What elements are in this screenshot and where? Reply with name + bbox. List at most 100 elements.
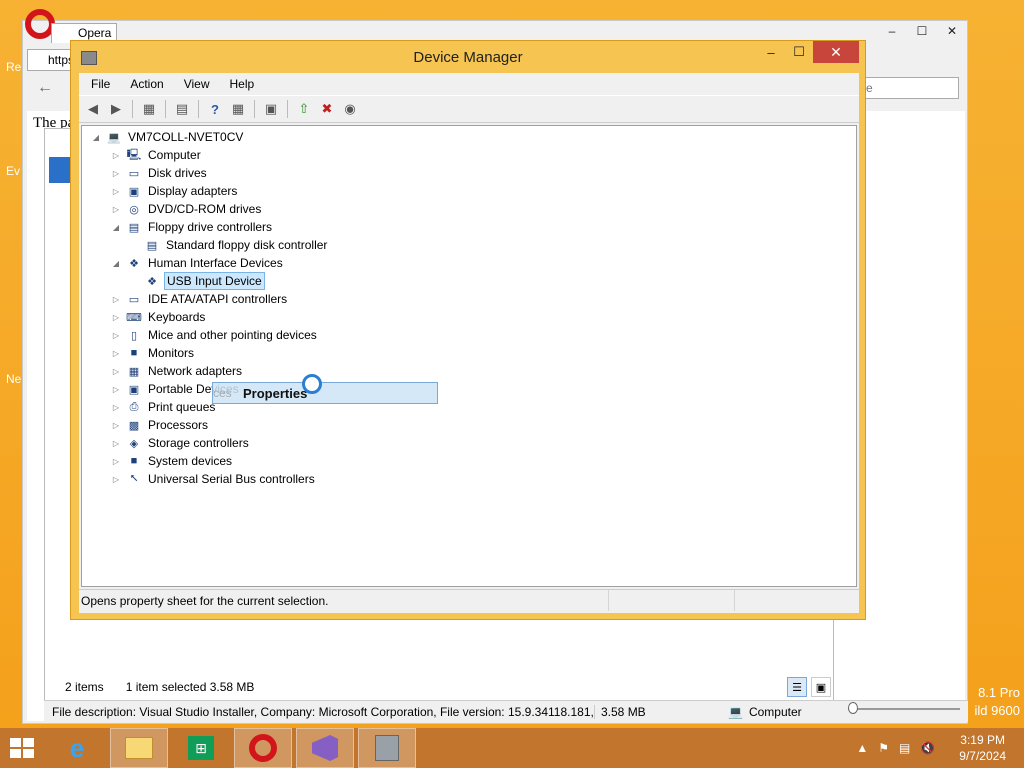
back-icon[interactable]: ◀ bbox=[83, 99, 103, 119]
taskbar-opera[interactable] bbox=[234, 728, 292, 768]
taskbar-store[interactable]: ⊞ bbox=[172, 728, 230, 768]
zoom-slider[interactable] bbox=[848, 708, 960, 710]
internet-explorer-icon: e bbox=[69, 732, 85, 763]
start-button[interactable] bbox=[0, 728, 44, 768]
device-category[interactable]: ▷ ◈ Storage controllers bbox=[110, 434, 251, 452]
tree-item-label: Processors bbox=[148, 418, 209, 432]
uninstall-device-icon[interactable]: ✖ bbox=[317, 99, 337, 119]
device-category[interactable]: ◢ ❖ Human Interface Devices bbox=[110, 254, 285, 272]
expand-arrow-icon[interactable]: ▷ bbox=[110, 205, 122, 214]
clock[interactable]: 3:19 PM 9/7/2024 bbox=[959, 732, 1006, 764]
taskbar: e ⊞ ▲ ⚑ ▤ 🔇 3:19 PM 9/7/2024 bbox=[0, 728, 1024, 768]
collapse-arrow-icon[interactable]: ◢ bbox=[90, 133, 102, 142]
system-device-icon: ■ bbox=[130, 455, 138, 467]
expand-arrow-icon[interactable]: ▷ bbox=[110, 385, 122, 394]
context-menu: ces Properties bbox=[212, 382, 438, 404]
dvd-drive-icon: ◎ bbox=[129, 203, 139, 216]
properties-menu-item[interactable]: Properties bbox=[243, 386, 307, 401]
minimize-button[interactable]: – bbox=[757, 41, 785, 63]
device-category[interactable]: ▷ ⌨ Keyboards bbox=[110, 308, 207, 326]
scan-hardware-icon[interactable]: ▣ bbox=[261, 99, 281, 119]
show-hidden-icons-icon[interactable]: ▲ bbox=[856, 741, 868, 755]
update-driver-icon[interactable]: ⇧ bbox=[294, 99, 314, 119]
expand-arrow-icon[interactable]: ▷ bbox=[110, 331, 122, 340]
volume-muted-icon[interactable]: 🔇 bbox=[920, 741, 935, 755]
tree-item-label: System devices bbox=[148, 454, 233, 468]
device-category[interactable]: ▷ ▭ Disk drives bbox=[110, 164, 209, 182]
back-arrow-icon[interactable]: ← bbox=[37, 79, 53, 97]
maximize-button[interactable]: ☐ bbox=[785, 41, 813, 63]
properties-icon[interactable]: ▤ bbox=[172, 99, 192, 119]
device-category[interactable]: ◢ ▤ Floppy drive controllers bbox=[110, 218, 274, 236]
taskbar-file-explorer[interactable] bbox=[110, 728, 168, 768]
enable-device-icon[interactable]: ◉ bbox=[340, 99, 360, 119]
status-bar: Opens property sheet for the current sel… bbox=[79, 589, 859, 611]
minimize-button[interactable]: – bbox=[877, 21, 907, 41]
taskbar-internet-explorer[interactable]: e bbox=[48, 728, 106, 768]
clock-time: 3:19 PM bbox=[960, 733, 1005, 747]
device-category[interactable]: ▷ ▦ Network adapters bbox=[110, 362, 244, 380]
tree-item-label: Human Interface Devices bbox=[148, 256, 283, 270]
expand-arrow-icon[interactable]: ▷ bbox=[110, 367, 122, 376]
windows-logo-icon bbox=[10, 738, 34, 758]
expand-arrow-icon[interactable]: ▷ bbox=[110, 349, 122, 358]
device-category[interactable]: ▷ ⎙ Print queues bbox=[110, 398, 217, 416]
network-icon[interactable]: ▤ bbox=[899, 741, 910, 755]
processor-icon: ▩ bbox=[128, 419, 140, 432]
search-input[interactable]: e bbox=[861, 77, 959, 99]
menu-view[interactable]: View bbox=[174, 73, 220, 95]
show-hide-console-tree-icon[interactable]: ▦ bbox=[139, 99, 159, 119]
tree-root[interactable]: ◢ 💻 VM7COLL-NVET0CV bbox=[90, 128, 245, 146]
device-category[interactable]: ▷ ▩ Processors bbox=[110, 416, 210, 434]
menu-file[interactable]: File bbox=[79, 73, 120, 95]
device-category[interactable]: ▷ ▯ Mice and other pointing devices bbox=[110, 326, 319, 344]
expand-arrow-icon[interactable]: ▷ bbox=[110, 169, 122, 178]
device-category[interactable]: ▷ 🖳 Computer bbox=[110, 146, 203, 164]
expand-arrow-icon[interactable]: ▷ bbox=[110, 475, 122, 484]
taskbar-visual-studio-installer[interactable] bbox=[296, 728, 354, 768]
device-tree: ◢ 💻 VM7COLL-NVET0CV ▷ 🖳 Computer ▷ ▭ Disk dri… bbox=[81, 125, 857, 587]
display-adapter-icon: ▣ bbox=[128, 185, 140, 198]
details-view-icon[interactable]: ☰ bbox=[787, 677, 807, 697]
expand-arrow-icon[interactable]: ▷ bbox=[110, 439, 122, 448]
device-item[interactable]: ▤ Standard floppy disk controller bbox=[128, 236, 329, 254]
tree-item-label: DVD/CD-ROM drives bbox=[148, 202, 262, 216]
action-center-flag-icon[interactable]: ⚑ bbox=[878, 741, 889, 755]
help-icon[interactable]: ? bbox=[205, 99, 225, 119]
device-item[interactable]: ❖ USB Input Device bbox=[128, 272, 265, 290]
expand-arrow-icon[interactable]: ▷ bbox=[110, 151, 122, 160]
menu-action[interactable]: Action bbox=[120, 73, 173, 95]
device-category[interactable]: ▷ ▣ Display adapters bbox=[110, 182, 239, 200]
zoom-slider-knob[interactable] bbox=[848, 702, 858, 714]
view-icon[interactable]: ▦ bbox=[228, 99, 248, 119]
desktop-icon-label[interactable]: Re bbox=[6, 60, 21, 74]
clock-date: 9/7/2024 bbox=[959, 749, 1006, 763]
device-category[interactable]: ▷ ■ System devices bbox=[110, 452, 234, 470]
close-button[interactable]: ✕ bbox=[813, 41, 859, 63]
device-category[interactable]: ▷ ◎ DVD/CD-ROM drives bbox=[110, 200, 263, 218]
menu-help[interactable]: Help bbox=[220, 73, 265, 95]
device-category[interactable]: ▷ ■ Monitors bbox=[110, 344, 196, 362]
close-button[interactable]: ✕ bbox=[937, 21, 967, 41]
storage-controller-icon: ◈ bbox=[129, 437, 139, 450]
collapse-arrow-icon[interactable]: ◢ bbox=[110, 223, 122, 232]
expand-arrow-icon[interactable]: ▷ bbox=[110, 421, 122, 430]
desktop-icon-label[interactable]: Ev bbox=[6, 164, 20, 178]
maximize-button[interactable]: ☐ bbox=[907, 21, 937, 41]
expand-arrow-icon[interactable]: ▷ bbox=[110, 457, 122, 466]
large-icons-view-icon[interactable]: ▣ bbox=[811, 677, 831, 697]
toolbar: ◀ ▶ ▦ ▤ ? ▦ ▣ ⇧ ✖ ◉ bbox=[79, 95, 859, 123]
opera-window-controls: – ☐ ✕ bbox=[877, 21, 967, 41]
collapse-arrow-icon[interactable]: ◢ bbox=[110, 259, 122, 268]
device-category[interactable]: ▷ ⭦ Universal Serial Bus controllers bbox=[110, 470, 317, 488]
forward-icon[interactable]: ▶ bbox=[106, 99, 126, 119]
expand-arrow-icon[interactable]: ▷ bbox=[110, 187, 122, 196]
desktop-icon-label[interactable]: Ne bbox=[6, 372, 21, 386]
window-controls: – ☐ ✕ bbox=[757, 41, 859, 63]
expand-arrow-icon[interactable]: ▷ bbox=[110, 295, 122, 304]
expand-arrow-icon[interactable]: ▷ bbox=[110, 313, 122, 322]
taskbar-device-manager[interactable] bbox=[358, 728, 416, 768]
expand-arrow-icon[interactable]: ▷ bbox=[110, 403, 122, 412]
device-manager-client: File Action View Help ◀ ▶ ▦ ▤ ? ▦ ▣ ⇧ ✖ … bbox=[79, 73, 859, 613]
device-category[interactable]: ▷ ▭ IDE ATA/ATAPI controllers bbox=[110, 290, 289, 308]
